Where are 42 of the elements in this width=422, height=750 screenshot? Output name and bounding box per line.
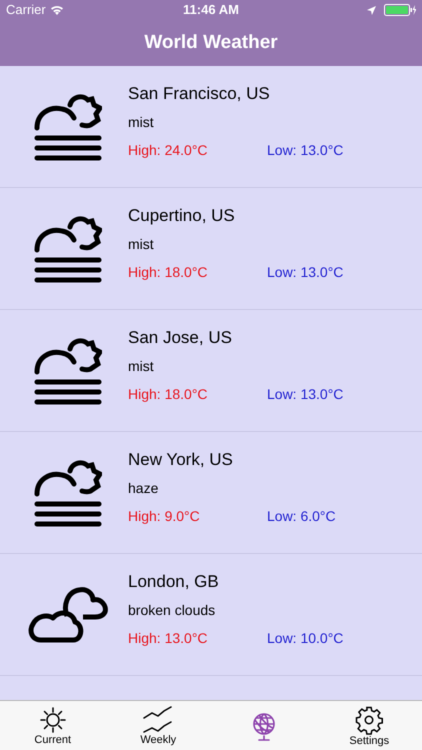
nav-title: World Weather — [144, 30, 278, 55]
fog-icon — [34, 336, 102, 406]
wifi-icon — [50, 5, 64, 15]
status-time: 11:46 AM — [183, 1, 239, 20]
weather-description: broken clouds — [128, 601, 216, 619]
city-row[interactable]: San Jose, US mist High: 18.0°C Low: 13.0°C — [0, 310, 422, 432]
weather-description: mist — [128, 235, 155, 253]
weather-description: mist — [128, 113, 155, 131]
fog-icon — [34, 214, 102, 284]
battery-icon — [384, 4, 416, 16]
fog-icon — [34, 458, 102, 528]
tab-item[interactable]: Current — [0, 701, 106, 750]
city-row[interactable]: Cupertino, US mist High: 18.0°C Low: 13.0°C — [0, 188, 422, 310]
settings-icon — [354, 705, 384, 735]
low-temperature: Low: 6.0°C — [267, 507, 336, 525]
city-name: New York, US — [128, 449, 234, 471]
low-temperature: Low: 13.0°C — [267, 263, 344, 281]
carrier-label: Carrier — [6, 1, 46, 20]
high-temperature: High: 24.0°C — [128, 141, 209, 159]
city-name: Cupertino, US — [128, 205, 236, 227]
tab-item[interactable]: Settings — [316, 701, 422, 750]
location-arrow-icon — [367, 6, 376, 14]
clouds-icon — [27, 586, 109, 644]
city-row[interactable]: San Francisco, US mist High: 24.0°C Low: 13.0°C — [0, 66, 422, 188]
fog-icon — [34, 92, 102, 162]
low-temperature: Low: 10.0°C — [267, 629, 344, 647]
low-temperature: Low: 13.0°C — [267, 385, 344, 403]
city-name: London, GB — [128, 571, 220, 593]
city-name: San Francisco, US — [128, 83, 271, 105]
high-temperature: High: 18.0°C — [128, 263, 209, 281]
sun-icon — [38, 706, 67, 734]
high-temperature: High: 13.0°C — [128, 629, 209, 647]
city-name: San Jose, US — [128, 327, 233, 349]
low-temperature: Low: 13.0°C — [267, 141, 344, 159]
tab-item[interactable]: Weekly — [106, 701, 211, 750]
city-row[interactable]: New York, US haze High: 9.0°C Low: 6.0°C — [0, 432, 422, 554]
weather-description: mist — [128, 357, 155, 375]
city-row[interactable]: London, GB broken clouds High: 13.0°C Low: 10.0°C — [0, 554, 422, 676]
weather-description: haze — [128, 479, 160, 497]
high-temperature: High: 9.0°C — [128, 507, 201, 525]
line-chart-icon — [142, 706, 174, 734]
high-temperature: High: 18.0°C — [128, 385, 209, 403]
